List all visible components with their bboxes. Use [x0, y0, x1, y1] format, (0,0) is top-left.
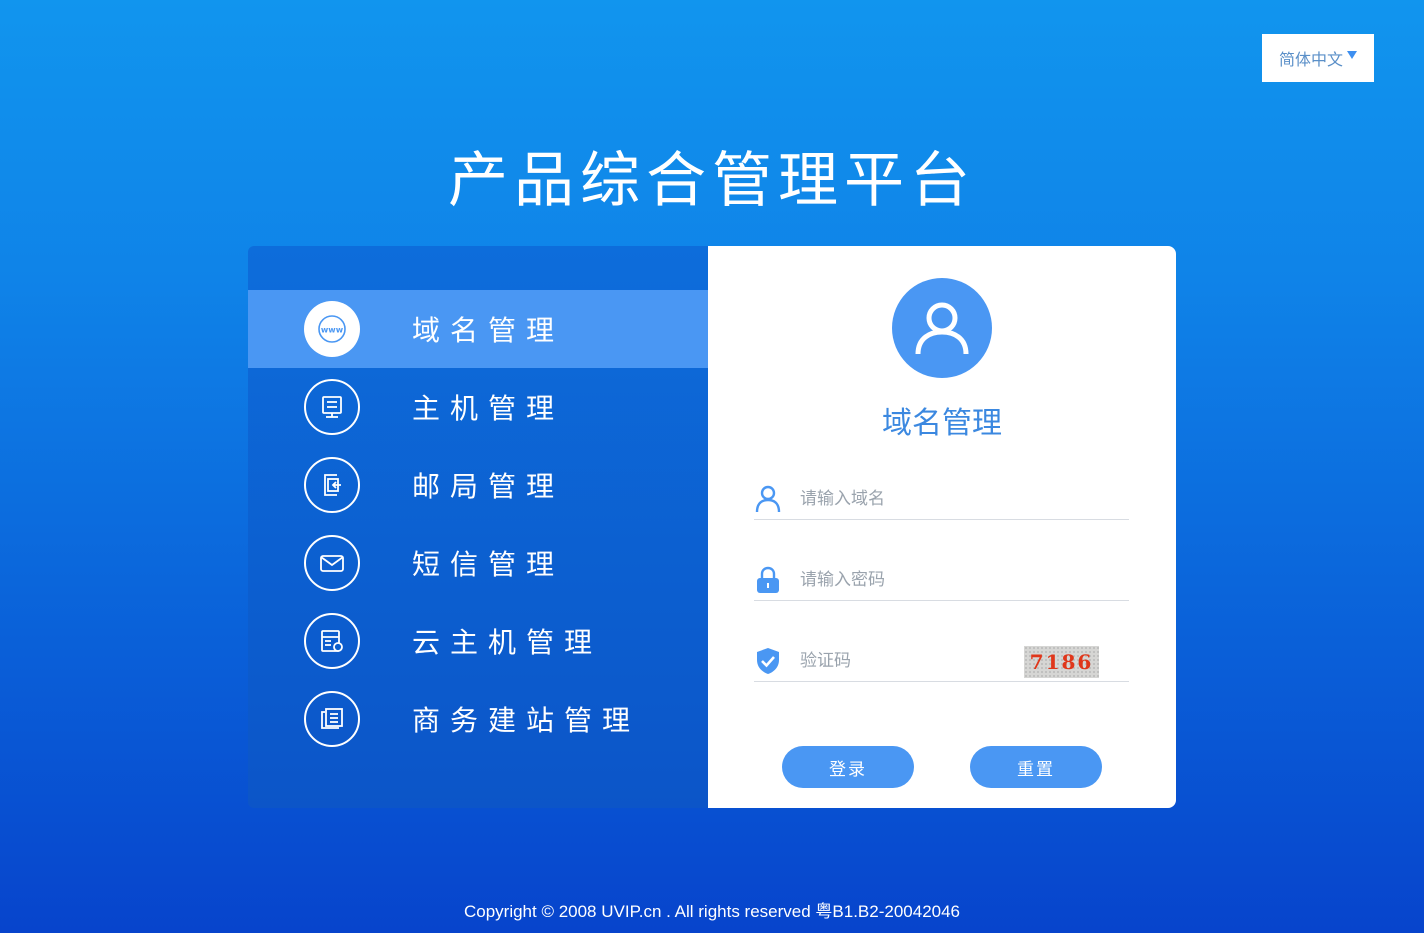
menu-item-sms[interactable]: 短信管理 — [248, 524, 708, 602]
user-icon — [754, 484, 782, 514]
menu-item-domain[interactable]: www 域名管理 — [248, 290, 708, 368]
site-builder-icon — [304, 691, 360, 747]
page-title: 产品综合管理平台 — [448, 146, 976, 216]
menu-item-label: 商务建站管理 — [412, 704, 641, 737]
domain-field — [754, 478, 1129, 520]
caret-down-icon — [1347, 51, 1357, 59]
copyright-footer: Copyright © 2008 UVIP.cn . All rights re… — [463, 902, 961, 921]
password-field — [754, 559, 1129, 601]
menu-item-label: 短信管理 — [412, 548, 565, 581]
captcha-image[interactable]: 7186 — [1024, 646, 1099, 678]
www-icon: www — [304, 301, 360, 357]
menu-item-host[interactable]: 主机管理 — [248, 368, 708, 446]
menu-item-site-builder[interactable]: 商务建站管理 — [248, 680, 708, 758]
envelope-icon — [304, 535, 360, 591]
menu-item-label: 域名管理 — [412, 314, 565, 347]
password-input[interactable] — [800, 569, 1000, 590]
captcha-field: 7186 — [754, 640, 1129, 682]
shield-check-icon — [754, 646, 782, 676]
menu-item-label: 云主机管理 — [412, 626, 603, 659]
menu-item-cloud-host[interactable]: 云主机管理 — [248, 602, 708, 680]
mail-box-icon — [304, 457, 360, 513]
menu-item-mail[interactable]: 邮局管理 — [248, 446, 708, 524]
login-card: 域名管理 7186 登录 重置 — [708, 246, 1176, 808]
login-button[interactable]: 登录 — [782, 746, 914, 788]
user-avatar-icon — [892, 278, 992, 378]
language-select[interactable]: 简体中文 — [1262, 34, 1374, 82]
menu-item-label: 主机管理 — [412, 392, 565, 425]
menu-item-label: 邮局管理 — [412, 470, 565, 503]
svg-text:www: www — [321, 326, 344, 335]
server-icon — [304, 379, 360, 435]
product-menu: www 域名管理 主机管理 邮局管理 短信管理 云主机管理 商务建站管理 — [248, 246, 708, 808]
captcha-input[interactable] — [800, 650, 1000, 671]
language-select-value: 简体中文 — [1278, 50, 1343, 69]
domain-input[interactable] — [800, 488, 1000, 509]
lock-icon — [754, 565, 782, 595]
cloud-server-icon — [304, 613, 360, 669]
login-title: 域名管理 — [882, 406, 1002, 441]
reset-button[interactable]: 重置 — [970, 746, 1102, 788]
